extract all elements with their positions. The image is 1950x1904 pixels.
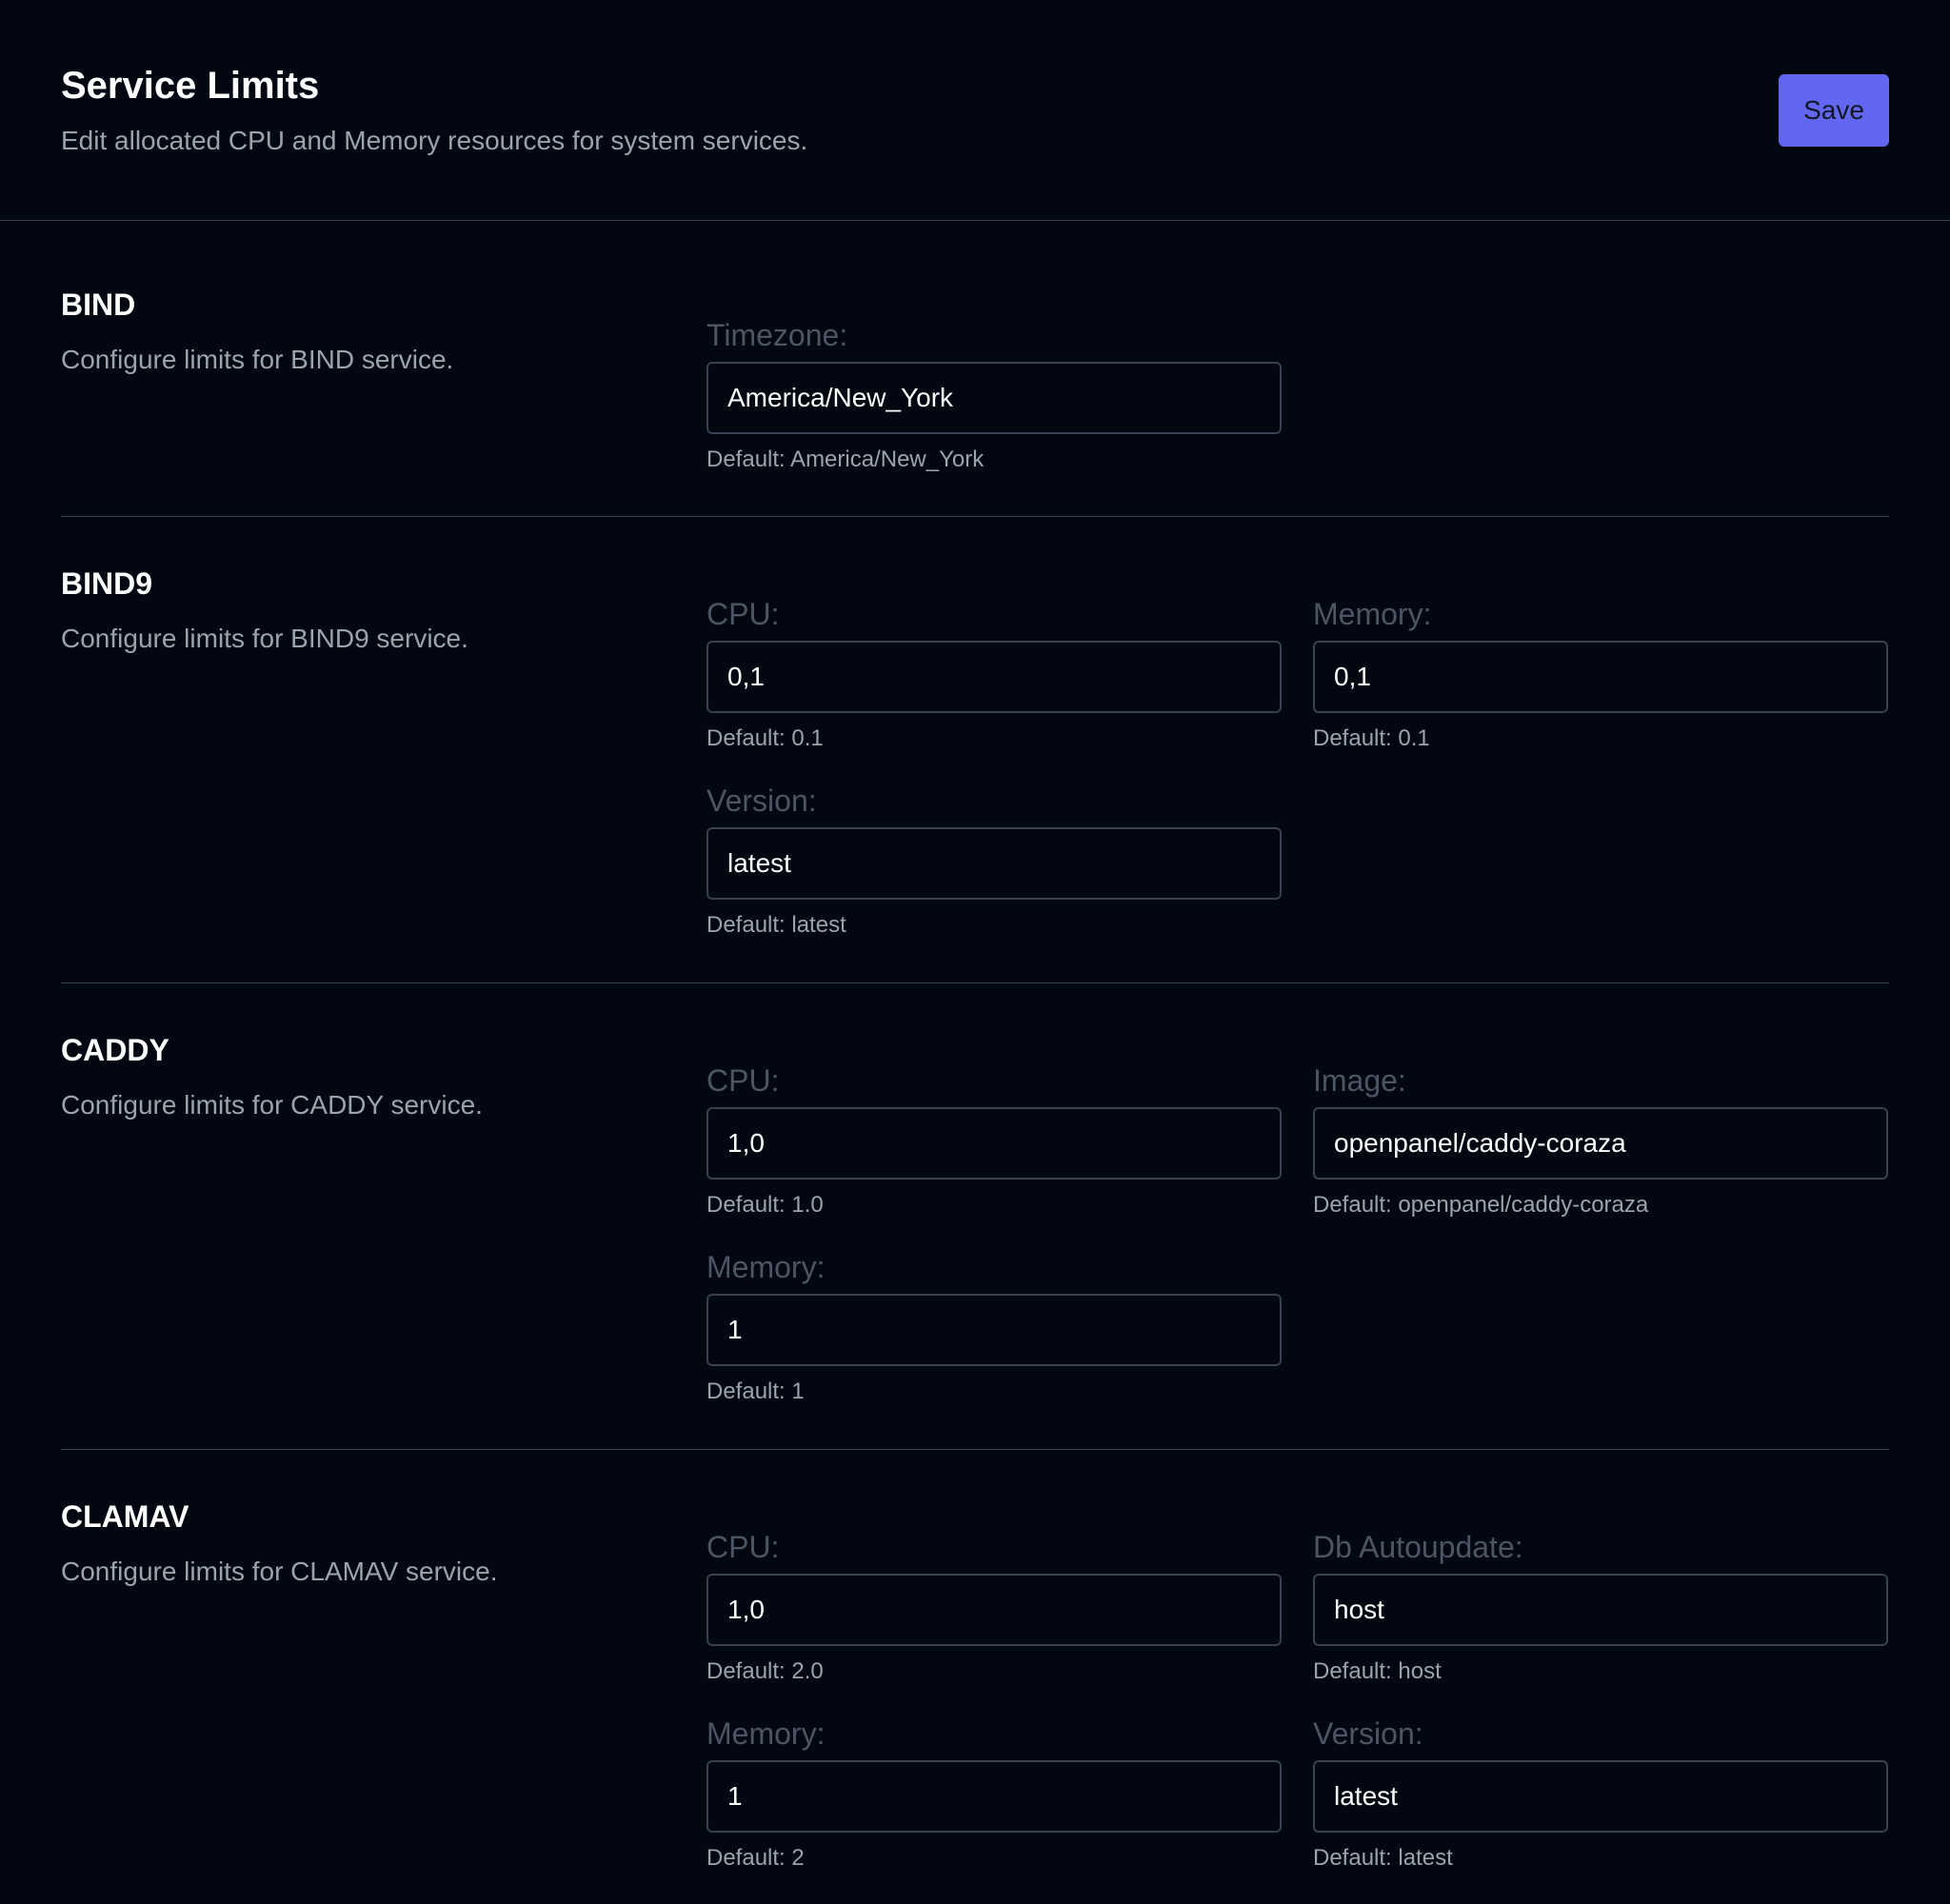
image-input[interactable] — [1313, 1107, 1888, 1180]
field-cpu: CPU: Default: 1.0 — [706, 1061, 1282, 1220]
section-clamav: CLAMAV Configure limits for CLAMAV servi… — [61, 1450, 1889, 1904]
save-button[interactable]: Save — [1779, 74, 1889, 147]
page-subtitle: Edit allocated CPU and Memory resources … — [61, 126, 808, 155]
section-title: BIND9 — [61, 566, 153, 601]
version-input[interactable] — [706, 827, 1282, 900]
db-autoupdate-default-hint: Default: host — [1313, 1658, 1442, 1684]
timezone-label: Timezone: — [706, 318, 848, 352]
memory-default-hint: Default: 0.1 — [1313, 725, 1430, 751]
cpu-label: CPU: — [706, 1063, 780, 1098]
section-title: BIND — [61, 288, 136, 322]
field-cpu: CPU: Default: 2.0 — [706, 1528, 1282, 1686]
cpu-input[interactable] — [706, 1107, 1282, 1180]
timezone-input[interactable] — [706, 362, 1282, 434]
version-label: Version: — [1313, 1716, 1423, 1751]
cpu-default-hint: Default: 0.1 — [706, 725, 824, 751]
version-default-hint: Default: latest — [706, 912, 846, 938]
section-bind: BIND Configure limits for BIND service. … — [61, 221, 1889, 517]
section-description: Configure limits for BIND9 service. — [61, 624, 468, 653]
field-timezone: Timezone: Default: America/New_York — [706, 316, 1282, 474]
section-caddy: CADDY Configure limits for CADDY service… — [61, 983, 1889, 1450]
field-image: Image: Default: openpanel/caddy-coraza — [1313, 1061, 1888, 1220]
memory-default-hint: Default: 1 — [706, 1378, 805, 1404]
memory-input[interactable] — [706, 1294, 1282, 1366]
section-title: CLAMAV — [61, 1499, 189, 1534]
field-memory: Memory: Default: 1 — [706, 1248, 1282, 1406]
memory-input[interactable] — [1313, 641, 1888, 713]
timezone-default-hint: Default: America/New_York — [706, 446, 985, 472]
memory-label: Memory: — [1313, 597, 1432, 631]
section-bind9: BIND9 Configure limits for BIND9 service… — [61, 517, 1889, 983]
memory-label: Memory: — [706, 1250, 826, 1284]
section-title: CADDY — [61, 1033, 169, 1067]
cpu-label: CPU: — [706, 1530, 780, 1564]
section-description: Configure limits for BIND service. — [61, 345, 454, 374]
memory-default-hint: Default: 2 — [706, 1845, 805, 1871]
memory-label: Memory: — [706, 1716, 826, 1751]
version-default-hint: Default: latest — [1313, 1845, 1453, 1871]
version-input[interactable] — [1313, 1760, 1888, 1833]
image-default-hint: Default: openpanel/caddy-coraza — [1313, 1192, 1649, 1218]
version-label: Version: — [706, 783, 817, 818]
cpu-default-hint: Default: 1.0 — [706, 1192, 824, 1218]
db-autoupdate-input[interactable] — [1313, 1574, 1888, 1646]
cpu-input[interactable] — [706, 1574, 1282, 1646]
field-cpu: CPU: Default: 0.1 — [706, 595, 1282, 753]
image-label: Image: — [1313, 1063, 1406, 1098]
field-version: Version: Default: latest — [1313, 1715, 1888, 1873]
page-header: Service Limits Edit allocated CPU and Me… — [0, 0, 1950, 221]
section-description: Configure limits for CADDY service. — [61, 1090, 483, 1120]
field-version: Version: Default: latest — [706, 782, 1282, 940]
cpu-label: CPU: — [706, 597, 780, 631]
section-description: Configure limits for CLAMAV service. — [61, 1557, 498, 1586]
cpu-input[interactable] — [706, 641, 1282, 713]
cpu-default-hint: Default: 2.0 — [706, 1658, 824, 1684]
memory-input[interactable] — [706, 1760, 1282, 1833]
field-memory: Memory: Default: 0.1 — [1313, 595, 1888, 753]
page-title: Service Limits — [61, 65, 320, 107]
field-db-autoupdate: Db Autoupdate: Default: host — [1313, 1528, 1888, 1686]
field-memory: Memory: Default: 2 — [706, 1715, 1282, 1873]
db-autoupdate-label: Db Autoupdate: — [1313, 1530, 1523, 1564]
